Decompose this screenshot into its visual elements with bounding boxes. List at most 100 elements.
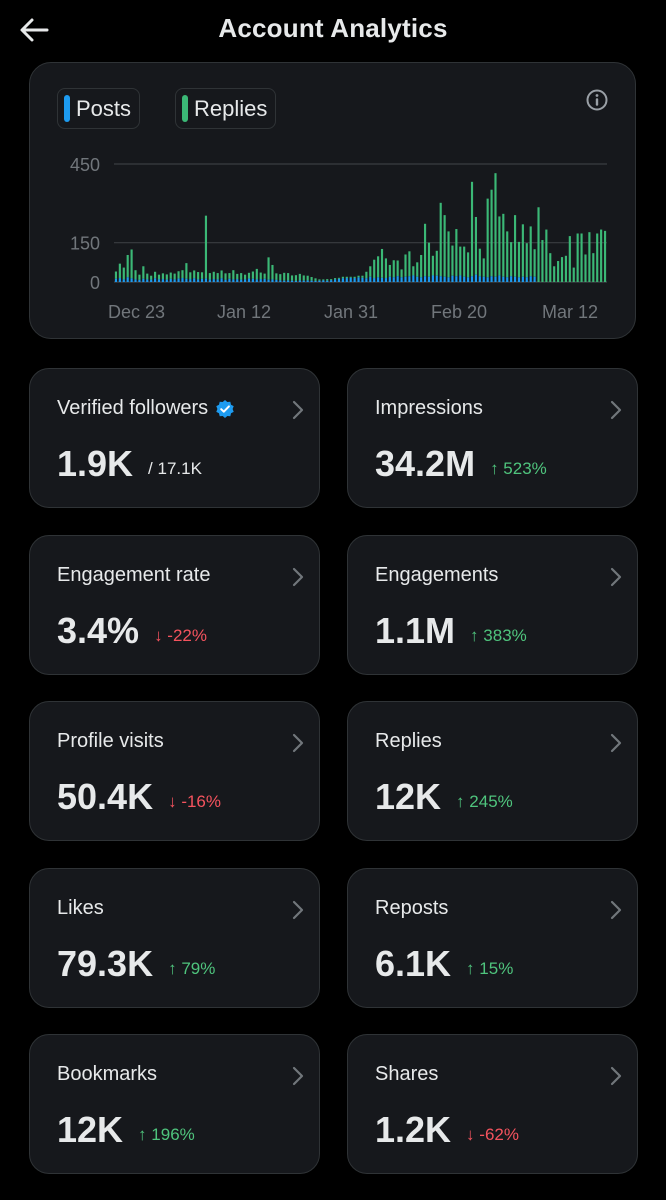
bar-replies[interactable] xyxy=(513,215,517,277)
bar-replies[interactable] xyxy=(118,263,121,279)
bar-posts[interactable] xyxy=(193,278,196,282)
bar-replies[interactable] xyxy=(435,250,438,276)
bar-posts[interactable] xyxy=(423,276,427,282)
bar-replies[interactable] xyxy=(236,273,239,280)
bar-replies[interactable] xyxy=(533,249,536,277)
bar-replies[interactable] xyxy=(443,215,446,277)
bar-posts[interactable] xyxy=(298,280,301,282)
bar-replies[interactable] xyxy=(416,262,419,277)
bar-posts[interactable] xyxy=(447,277,450,282)
bar-posts[interactable] xyxy=(216,279,219,282)
bar-replies[interactable] xyxy=(388,264,391,277)
bar-posts[interactable] xyxy=(408,276,411,282)
bar-replies[interactable] xyxy=(189,272,192,280)
bar-posts[interactable] xyxy=(377,277,380,282)
bar-replies[interactable] xyxy=(557,261,560,282)
bar-posts[interactable] xyxy=(431,275,434,282)
bar-replies[interactable] xyxy=(439,202,442,277)
bar-posts[interactable] xyxy=(498,275,501,282)
bar-posts[interactable] xyxy=(396,276,399,282)
bar-replies[interactable] xyxy=(220,270,223,279)
bar-replies[interactable] xyxy=(474,216,477,275)
bar-posts[interactable] xyxy=(439,276,442,282)
bar-replies[interactable] xyxy=(271,264,274,280)
bar-posts[interactable] xyxy=(290,280,294,282)
bar-replies[interactable] xyxy=(584,254,587,282)
bar-replies[interactable] xyxy=(142,266,145,279)
bar-posts[interactable] xyxy=(330,280,333,282)
bar-posts[interactable] xyxy=(220,278,223,282)
bar-posts[interactable] xyxy=(134,279,137,282)
bar-posts[interactable] xyxy=(150,279,153,282)
bar-posts[interactable] xyxy=(142,278,145,282)
bar-replies[interactable] xyxy=(392,260,395,278)
bar-posts[interactable] xyxy=(306,280,309,282)
bar-posts[interactable] xyxy=(126,277,129,282)
bar-posts[interactable] xyxy=(259,279,262,282)
bar-posts[interactable] xyxy=(294,280,298,282)
bar-posts[interactable] xyxy=(427,276,431,282)
bar-posts[interactable] xyxy=(177,278,180,282)
bar-posts[interactable] xyxy=(416,276,419,282)
bar-posts[interactable] xyxy=(165,279,168,282)
bar-replies[interactable] xyxy=(126,254,129,278)
bar-posts[interactable] xyxy=(337,278,341,282)
bar-replies[interactable] xyxy=(490,189,493,277)
bar-replies[interactable] xyxy=(420,254,423,278)
bar-replies[interactable] xyxy=(537,207,540,282)
bar-posts[interactable] xyxy=(510,276,513,282)
bar-replies[interactable] xyxy=(134,270,137,280)
bar-replies[interactable] xyxy=(232,270,235,280)
bar-replies[interactable] xyxy=(423,223,427,277)
bar-replies[interactable] xyxy=(114,271,118,279)
bar-replies[interactable] xyxy=(377,256,380,278)
bar-posts[interactable] xyxy=(275,279,278,282)
bar-posts[interactable] xyxy=(506,277,509,282)
bar-replies[interactable] xyxy=(494,173,497,277)
bar-replies[interactable] xyxy=(498,216,501,276)
bar-posts[interactable] xyxy=(314,280,317,282)
bar-posts[interactable] xyxy=(161,279,164,282)
bar-replies[interactable] xyxy=(486,198,489,278)
bar-replies[interactable] xyxy=(580,233,583,282)
bar-replies[interactable] xyxy=(310,277,313,281)
bar-replies[interactable] xyxy=(467,252,470,278)
bar-posts[interactable] xyxy=(373,278,376,282)
bar-replies[interactable] xyxy=(380,248,384,278)
bar-replies[interactable] xyxy=(322,279,325,281)
bar-replies[interactable] xyxy=(564,255,567,282)
bar-posts[interactable] xyxy=(478,276,481,282)
bar-posts[interactable] xyxy=(400,277,403,282)
bar-posts[interactable] xyxy=(200,278,204,282)
bar-replies[interactable] xyxy=(240,273,243,280)
bar-replies[interactable] xyxy=(326,279,329,281)
bar-replies[interactable] xyxy=(177,271,180,279)
bar-posts[interactable] xyxy=(326,280,329,282)
bar-posts[interactable] xyxy=(197,279,200,282)
bar-replies[interactable] xyxy=(330,279,333,281)
bar-replies[interactable] xyxy=(600,229,603,282)
stat-card-replies[interactable]: Replies 12K ↑ 245% xyxy=(347,701,638,841)
bar-posts[interactable] xyxy=(384,278,388,282)
bar-replies[interactable] xyxy=(545,229,548,282)
bar-posts[interactable] xyxy=(463,276,466,282)
bar-replies[interactable] xyxy=(549,253,552,282)
stat-card-shares[interactable]: Shares 1.2K ↓ -62% xyxy=(347,1034,638,1174)
bar-posts[interactable] xyxy=(114,278,118,282)
bar-replies[interactable] xyxy=(478,248,481,277)
bar-replies[interactable] xyxy=(400,269,403,278)
bar-posts[interactable] xyxy=(502,276,505,282)
bar-posts[interactable] xyxy=(459,275,462,282)
bar-replies[interactable] xyxy=(427,242,431,277)
bar-replies[interactable] xyxy=(521,224,524,277)
bar-replies[interactable] xyxy=(138,274,141,280)
bar-replies[interactable] xyxy=(306,275,309,281)
bar-posts[interactable] xyxy=(333,279,337,282)
stat-card-engagement-rate[interactable]: Engagement rate 3.4% ↓ -22% xyxy=(29,535,320,675)
bar-replies[interactable] xyxy=(146,273,149,280)
bar-replies[interactable] xyxy=(212,271,215,280)
bar-posts[interactable] xyxy=(271,279,274,282)
bar-posts[interactable] xyxy=(146,279,149,282)
bar-posts[interactable] xyxy=(470,276,474,282)
bar-replies[interactable] xyxy=(122,267,125,280)
